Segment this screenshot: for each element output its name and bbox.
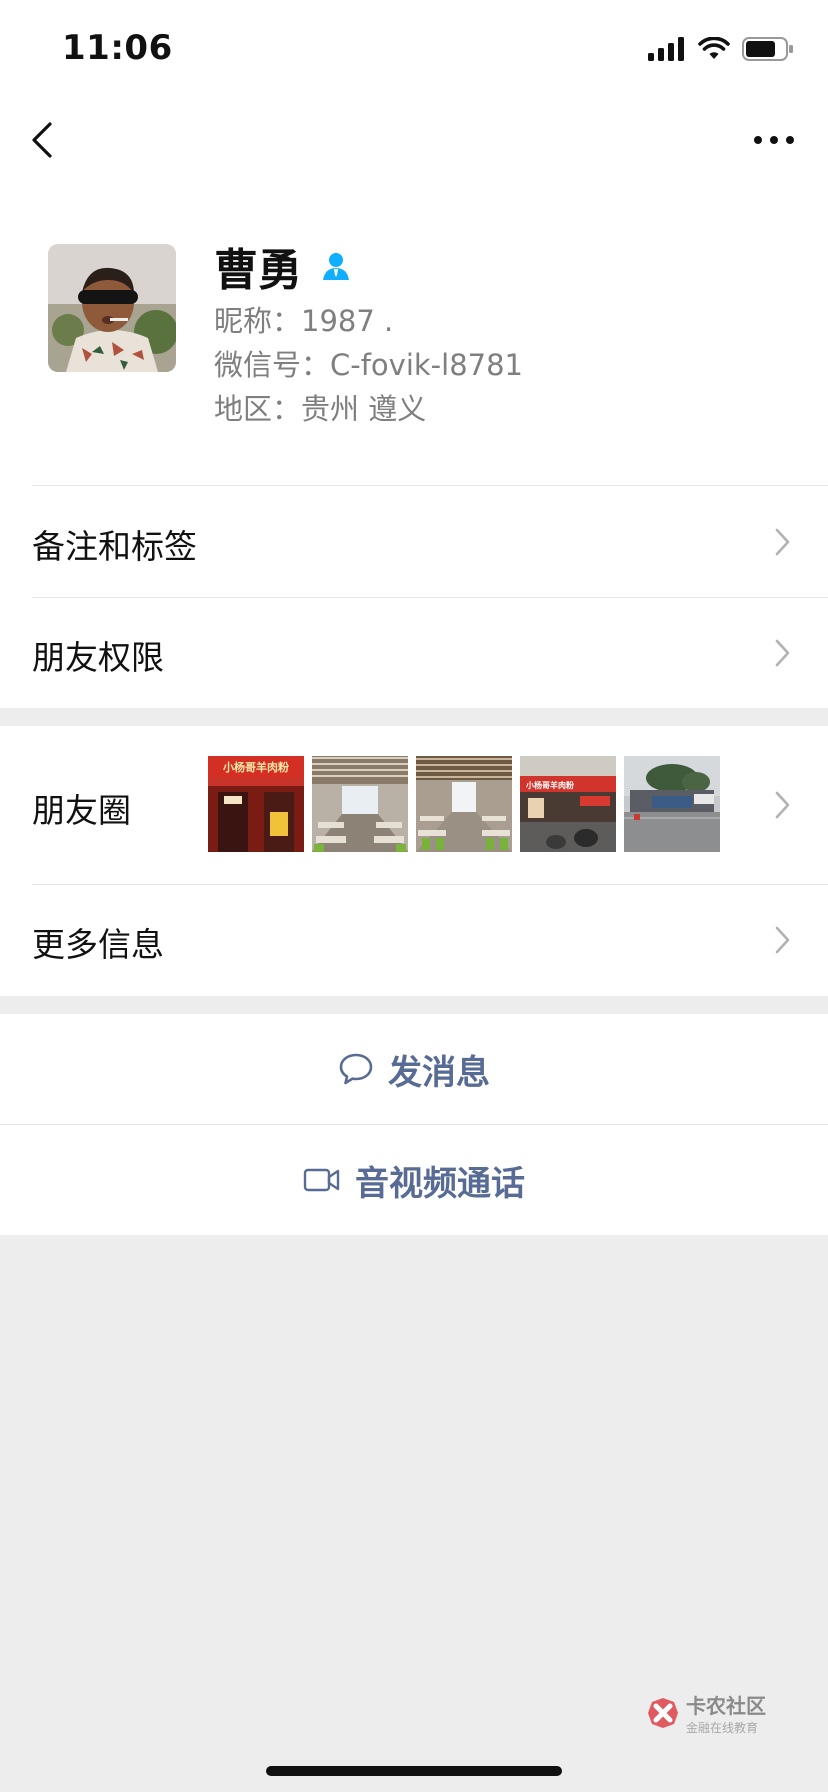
- friend-permissions-row[interactable]: 朋友权限: [0, 597, 828, 708]
- chevron-right-icon: [775, 639, 790, 667]
- moments-group: 朋友圈 小杨哥羊肉粉 小杨哥羊肉粉 更多信息: [0, 726, 828, 996]
- home-indicator[interactable]: [266, 1766, 562, 1776]
- region-text: 地区：贵州 遵义: [214, 392, 427, 426]
- friend-permissions-label: 朋友权限: [32, 638, 164, 677]
- wechat-id-text: 微信号：C-fovik-l8781: [214, 348, 524, 382]
- moments-thumbnail: [624, 756, 720, 852]
- video-camera-icon: [303, 1168, 340, 1192]
- watermark-subtitle: 金融在线教育: [686, 1721, 759, 1735]
- remark-tags-row[interactable]: 备注和标签: [0, 486, 828, 597]
- chevron-right-icon: [775, 791, 790, 819]
- moments-label: 朋友圈: [32, 791, 131, 830]
- verified-user-icon: [323, 253, 349, 280]
- moments-thumbnail: 小杨哥羊肉粉: [520, 756, 616, 852]
- more-info-row[interactable]: 更多信息: [0, 884, 828, 996]
- moments-thumbnail: [312, 756, 408, 852]
- send-message-button[interactable]: 发消息: [0, 1014, 828, 1124]
- moments-thumbnail: [416, 756, 512, 852]
- av-call-button[interactable]: 音视频通话: [0, 1125, 828, 1235]
- more-info-label: 更多信息: [32, 925, 164, 964]
- nickname-text: 昵称：1987 .: [214, 304, 394, 338]
- back-button[interactable]: [28, 116, 72, 164]
- profile-header: 曹勇 昵称：1987 . 微信号：C-fovik-l8781 地区：贵州 遵义: [0, 184, 828, 486]
- chevron-right-icon: [775, 926, 790, 954]
- shop-sign-text: 小杨哥羊肉粉: [222, 760, 289, 774]
- status-icons: [648, 36, 794, 62]
- watermark-logo-icon: [648, 1698, 678, 1728]
- settings-group: 备注和标签 朋友权限: [0, 486, 828, 708]
- battery-icon: [742, 37, 793, 61]
- watermark-title: 卡农社区: [686, 1694, 766, 1718]
- av-call-label: 音视频通话: [355, 1163, 525, 1204]
- watermark: 卡农社区 金融在线教育: [646, 1690, 766, 1736]
- avatar[interactable]: [48, 244, 176, 372]
- wifi-icon: [698, 37, 730, 59]
- remark-tags-label: 备注和标签: [32, 527, 197, 566]
- chevron-left-icon: [32, 122, 52, 158]
- chevron-right-icon: [775, 528, 790, 556]
- status-time: 11:06: [62, 28, 173, 68]
- profile-name: 曹勇: [214, 245, 302, 296]
- more-dots-icon: [754, 136, 794, 144]
- moments-thumbnail: 小杨哥羊肉粉: [208, 756, 304, 852]
- nav-bar: [0, 96, 828, 184]
- status-bar: 11:06: [0, 0, 828, 96]
- send-message-label: 发消息: [388, 1052, 490, 1093]
- shop-sign-text: 小杨哥羊肉粉: [525, 780, 574, 790]
- moments-thumbnails: 小杨哥羊肉粉 小杨哥羊肉粉: [208, 756, 720, 852]
- chat-bubble-icon: [339, 1053, 373, 1085]
- name-row: 曹勇: [214, 234, 352, 298]
- more-options-button[interactable]: [746, 118, 802, 162]
- moments-row[interactable]: 朋友圈 小杨哥羊肉粉 小杨哥羊肉粉: [0, 726, 828, 884]
- signal-icon: [648, 37, 684, 61]
